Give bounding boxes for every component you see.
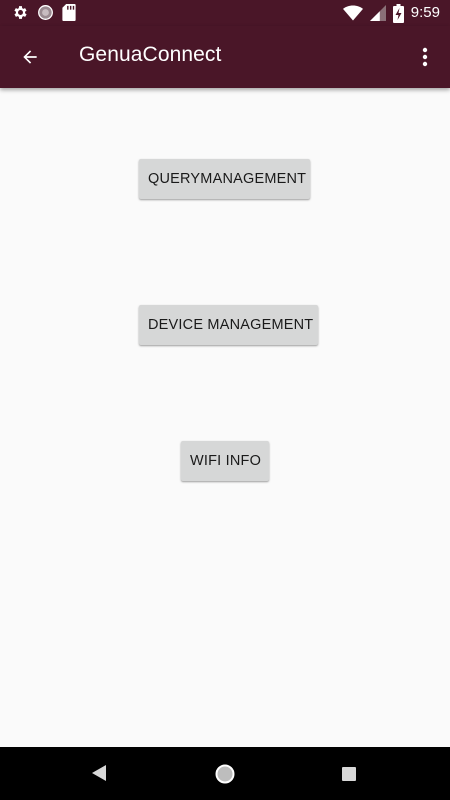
query-management-button[interactable]: QUERYMANAGEMENT <box>139 159 310 199</box>
overflow-menu-button[interactable] <box>410 39 440 75</box>
main-content: QUERYMANAGEMENT DEVICE MANAGEMENT WIFI I… <box>0 88 450 747</box>
nav-back-icon[interactable] <box>91 765 107 786</box>
settings-icon <box>12 4 29 21</box>
screen: 9:59 GenuaConnect QUERYMANAGEMENT DEVICE… <box>0 0 450 800</box>
status-time: 9:59 <box>410 4 440 21</box>
sd-card-icon <box>62 4 76 21</box>
device-management-button[interactable]: DEVICE MANAGEMENT <box>139 305 318 345</box>
status-left-icons <box>12 4 76 21</box>
navigation-bar <box>0 747 450 800</box>
more-vert-icon <box>422 47 428 67</box>
app-bar: GenuaConnect <box>0 26 450 88</box>
wifi-icon <box>342 5 363 21</box>
nav-recents-icon[interactable] <box>342 767 356 786</box>
status-right-icons: 9:59 <box>342 3 440 23</box>
app-title: GenuaConnect <box>79 43 222 66</box>
nav-home-icon[interactable] <box>214 763 236 790</box>
wifi-info-button[interactable]: WIFI INFO <box>181 441 269 481</box>
signal-icon <box>369 5 386 21</box>
arrow-back-icon <box>20 47 40 67</box>
back-button[interactable] <box>12 39 48 75</box>
status-bar: 9:59 <box>0 0 450 26</box>
battery-charging-icon <box>392 3 404 23</box>
circle-icon <box>37 4 54 21</box>
